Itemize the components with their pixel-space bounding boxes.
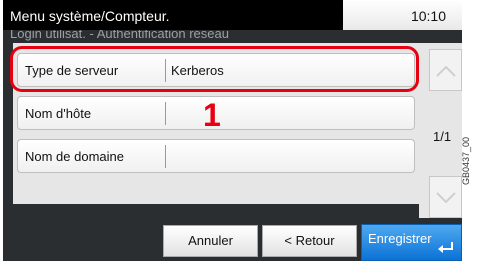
clock-area: 10:10 (343, 0, 462, 30)
row-divider (165, 102, 166, 125)
title-bar: Menu système/Compteur. 10:10 (3, 0, 462, 30)
scroll-up-button[interactable] (429, 49, 462, 91)
back-label: < Retour (284, 233, 335, 248)
scroll-down-button[interactable] (429, 176, 462, 218)
bottom-toolbar: Annuler < Retour Enregistrer (3, 218, 462, 261)
figure-caption: GB0437_00 (461, 136, 471, 185)
breadcrumb: Login utilisat. - Authentification résea… (10, 30, 229, 41)
step-marker: 1 (203, 97, 221, 133)
selection-highlight (10, 46, 419, 92)
cancel-label: Annuler (188, 233, 233, 248)
back-button[interactable]: < Retour (262, 225, 357, 257)
enter-icon (438, 242, 453, 253)
save-button[interactable]: Enregistrer (361, 224, 462, 261)
scroll-panel: 1/1 (419, 43, 462, 218)
chevron-down-icon (436, 192, 456, 204)
save-label: Enregistrer (368, 231, 432, 246)
row-divider (165, 145, 166, 168)
cancel-button[interactable]: Annuler (163, 225, 258, 257)
row-domain-name[interactable]: Nom de domaine (17, 139, 415, 173)
clock: 10:10 (410, 8, 446, 24)
device-screen: Menu système/Compteur. 10:10 Login utili… (3, 0, 462, 261)
row-label: Nom de domaine (25, 149, 124, 164)
page-indicator: 1/1 (433, 129, 452, 144)
row-label: Nom d'hôte (25, 106, 92, 121)
breadcrumb-bar: Login utilisat. - Authentification résea… (3, 30, 462, 43)
title-area: Menu système/Compteur. (3, 0, 343, 30)
chevron-up-icon (436, 65, 456, 77)
screen-title: Menu système/Compteur. (10, 8, 170, 24)
